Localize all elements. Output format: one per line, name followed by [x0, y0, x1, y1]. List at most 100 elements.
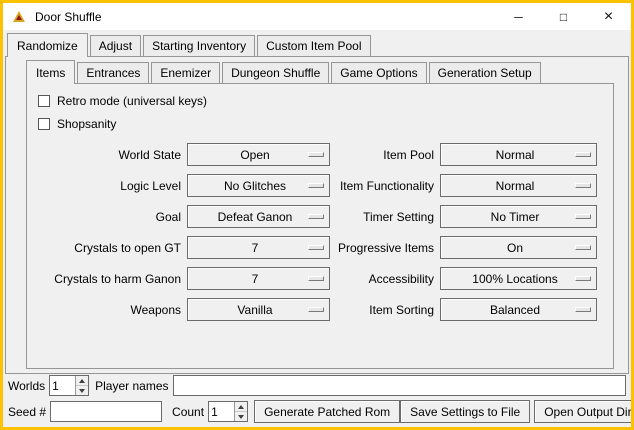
door-shuffle-window: Door Shuffle ─ □ × Randomize Adjust Star… — [0, 0, 634, 430]
spinner-buttons — [75, 376, 88, 395]
dropdown-indicator-icon — [308, 183, 324, 188]
item-functionality-dropdown[interactable]: Normal — [440, 174, 597, 197]
progressive-items-label: Progressive Items — [330, 241, 440, 255]
maximize-button[interactable]: □ — [541, 3, 586, 30]
progressive-items-dropdown[interactable]: On — [440, 236, 597, 259]
options-grid: World State Open Item Pool Normal Logic … — [32, 139, 613, 325]
worlds-spinner[interactable] — [49, 375, 89, 396]
option-row: Crystals to harm Ganon 7 Accessibility 1… — [32, 263, 613, 294]
bottom-controls: Worlds Player names Seed # Count — [8, 375, 626, 423]
dropdown-indicator-icon — [308, 245, 324, 250]
seed-row: Seed # Count Generate Patched Rom Save S… — [8, 400, 626, 423]
dropdown-indicator-icon — [575, 183, 591, 188]
world-state-label: World State — [32, 148, 187, 162]
dropdown-indicator-icon — [575, 245, 591, 250]
seed-input[interactable] — [50, 401, 162, 422]
subtab-entrances[interactable]: Entrances — [77, 62, 149, 83]
close-icon: × — [604, 9, 613, 25]
dropdown-value: Defeat Ganon — [188, 210, 308, 224]
save-settings-button[interactable]: Save Settings to File — [400, 400, 530, 423]
spin-up-icon[interactable] — [76, 376, 88, 385]
timer-setting-dropdown[interactable]: No Timer — [440, 205, 597, 228]
item-functionality-label: Item Functionality — [330, 179, 440, 193]
subtab-enemizer[interactable]: Enemizer — [151, 62, 220, 83]
dropdown-value: Balanced — [441, 303, 575, 317]
open-output-directory-button[interactable]: Open Output Directory — [534, 400, 634, 423]
subtab-generation-setup[interactable]: Generation Setup — [429, 62, 541, 83]
spin-down-icon[interactable] — [235, 411, 247, 421]
subtab-items[interactable]: Items — [26, 60, 75, 84]
item-pool-dropdown[interactable]: Normal — [440, 143, 597, 166]
crystals-open-gt-dropdown[interactable]: 7 — [187, 236, 330, 259]
checkbox-group: Retro mode (universal keys) Shopsanity — [27, 84, 613, 135]
option-row: World State Open Item Pool Normal — [32, 139, 613, 170]
tab-adjust[interactable]: Adjust — [90, 35, 141, 56]
weapons-dropdown[interactable]: Vanilla — [187, 298, 330, 321]
world-state-dropdown[interactable]: Open — [187, 143, 330, 166]
dropdown-value: Vanilla — [188, 303, 308, 317]
weapons-label: Weapons — [32, 303, 187, 317]
dropdown-value: Open — [188, 148, 308, 162]
accessibility-label: Accessibility — [330, 272, 440, 286]
dropdown-value: No Glitches — [188, 179, 308, 193]
dropdown-value: Normal — [441, 148, 575, 162]
goal-dropdown[interactable]: Defeat Ganon — [187, 205, 330, 228]
spin-up-icon[interactable] — [235, 402, 247, 411]
dropdown-value: 7 — [188, 241, 308, 255]
dropdown-value: 100% Locations — [441, 272, 575, 286]
dropdown-indicator-icon — [308, 214, 324, 219]
item-sorting-dropdown[interactable]: Balanced — [440, 298, 597, 321]
checkbox-shopsanity[interactable]: Shopsanity — [38, 112, 613, 135]
dropdown-value: On — [441, 241, 575, 255]
close-button[interactable]: × — [586, 3, 631, 30]
spinner-buttons — [234, 402, 247, 421]
dropdown-value: 7 — [188, 272, 308, 286]
checkbox-box[interactable] — [38, 95, 50, 107]
spin-down-icon[interactable] — [76, 385, 88, 395]
tab-starting-inventory[interactable]: Starting Inventory — [143, 35, 255, 56]
dropdown-indicator-icon — [575, 214, 591, 219]
option-row: Goal Defeat Ganon Timer Setting No Timer — [32, 201, 613, 232]
item-pool-label: Item Pool — [330, 148, 440, 162]
goal-label: Goal — [32, 210, 187, 224]
dropdown-value: Normal — [441, 179, 575, 193]
logic-level-label: Logic Level — [32, 179, 187, 193]
dropdown-indicator-icon — [308, 307, 324, 312]
count-spinner[interactable] — [208, 401, 248, 422]
dropdown-indicator-icon — [575, 307, 591, 312]
checkbox-box[interactable] — [38, 118, 50, 130]
accessibility-dropdown[interactable]: 100% Locations — [440, 267, 597, 290]
minimize-icon: ─ — [514, 11, 523, 23]
checkbox-retro-mode[interactable]: Retro mode (universal keys) — [38, 89, 613, 112]
crystals-harm-ganon-label: Crystals to harm Ganon — [32, 272, 187, 286]
seed-label: Seed # — [8, 405, 46, 419]
count-input[interactable] — [209, 402, 234, 421]
window-title: Door Shuffle — [35, 10, 102, 24]
generate-patched-rom-button[interactable]: Generate Patched Rom — [254, 400, 400, 423]
worlds-input[interactable] — [50, 376, 75, 395]
option-row: Weapons Vanilla Item Sorting Balanced — [32, 294, 613, 325]
dropdown-indicator-icon — [575, 152, 591, 157]
crystals-harm-ganon-dropdown[interactable]: 7 — [187, 267, 330, 290]
crystals-open-gt-label: Crystals to open GT — [32, 241, 187, 255]
tab-custom-item-pool[interactable]: Custom Item Pool — [257, 35, 370, 56]
subtab-dungeon-shuffle[interactable]: Dungeon Shuffle — [222, 62, 329, 83]
window-controls: ─ □ × — [496, 3, 631, 30]
maximize-icon: □ — [560, 11, 567, 23]
dropdown-value: No Timer — [441, 210, 575, 224]
main-tabbar: Randomize Adjust Starting Inventory Cust… — [7, 33, 631, 56]
tab-randomize[interactable]: Randomize — [7, 33, 88, 57]
minimize-button[interactable]: ─ — [496, 3, 541, 30]
count-label: Count — [172, 405, 204, 419]
option-row: Logic Level No Glitches Item Functionali… — [32, 170, 613, 201]
randomize-pane: Items Entrances Enemizer Dungeon Shuffle… — [5, 56, 629, 374]
subtab-game-options[interactable]: Game Options — [331, 62, 426, 83]
player-names-input[interactable] — [173, 375, 627, 396]
option-row: Crystals to open GT 7 Progressive Items … — [32, 232, 613, 263]
item-sorting-label: Item Sorting — [330, 303, 440, 317]
logic-level-dropdown[interactable]: No Glitches — [187, 174, 330, 197]
titlebar[interactable]: Door Shuffle ─ □ × — [3, 3, 631, 30]
items-pane: Retro mode (universal keys) Shopsanity W… — [26, 83, 614, 369]
worlds-row: Worlds Player names — [8, 375, 626, 396]
worlds-label: Worlds — [8, 379, 45, 393]
